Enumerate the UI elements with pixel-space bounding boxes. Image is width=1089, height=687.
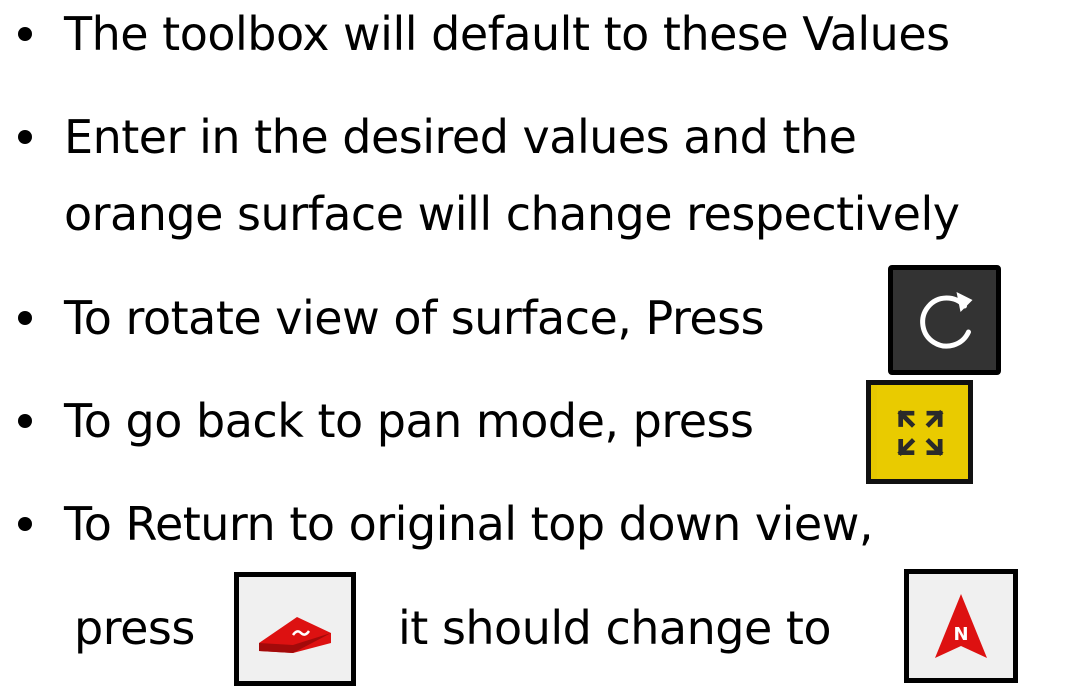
pan-mode-icon[interactable]: [866, 380, 973, 484]
north-arrow-icon[interactable]: N: [904, 569, 1018, 683]
tilted-view-icon-glyph: [259, 617, 331, 653]
press-text: press: [74, 601, 195, 655]
bullet-text: To rotate view of surface, Press: [64, 291, 765, 345]
bullet-dot: [18, 27, 32, 41]
rotate-icon[interactable]: [888, 265, 1001, 375]
bullet-dot: [18, 414, 32, 428]
bullet-text: Enter in the desired values and the: [64, 110, 857, 164]
change-text: it should change to: [398, 601, 832, 655]
pan-mode-icon-glyph: [897, 409, 944, 457]
bullet-text: The toolbox will default to these Values: [64, 7, 950, 61]
bullet-dot: [18, 517, 32, 531]
bullet-text: To Return to original top down view,: [64, 497, 873, 551]
bullet-dot: [18, 130, 32, 144]
bullet-text-continuation: orange surface will change respectively: [64, 187, 960, 241]
rotate-icon-glyph: [920, 292, 973, 349]
slide: The toolbox will default to these Values…: [0, 0, 1089, 687]
north-arrow-label: N: [953, 624, 968, 645]
bullet-text: To go back to pan mode, press: [64, 394, 754, 448]
north-arrow-icon-glyph: N: [935, 594, 987, 658]
tilted-view-icon[interactable]: [234, 572, 356, 686]
bullet-dot: [18, 311, 32, 325]
